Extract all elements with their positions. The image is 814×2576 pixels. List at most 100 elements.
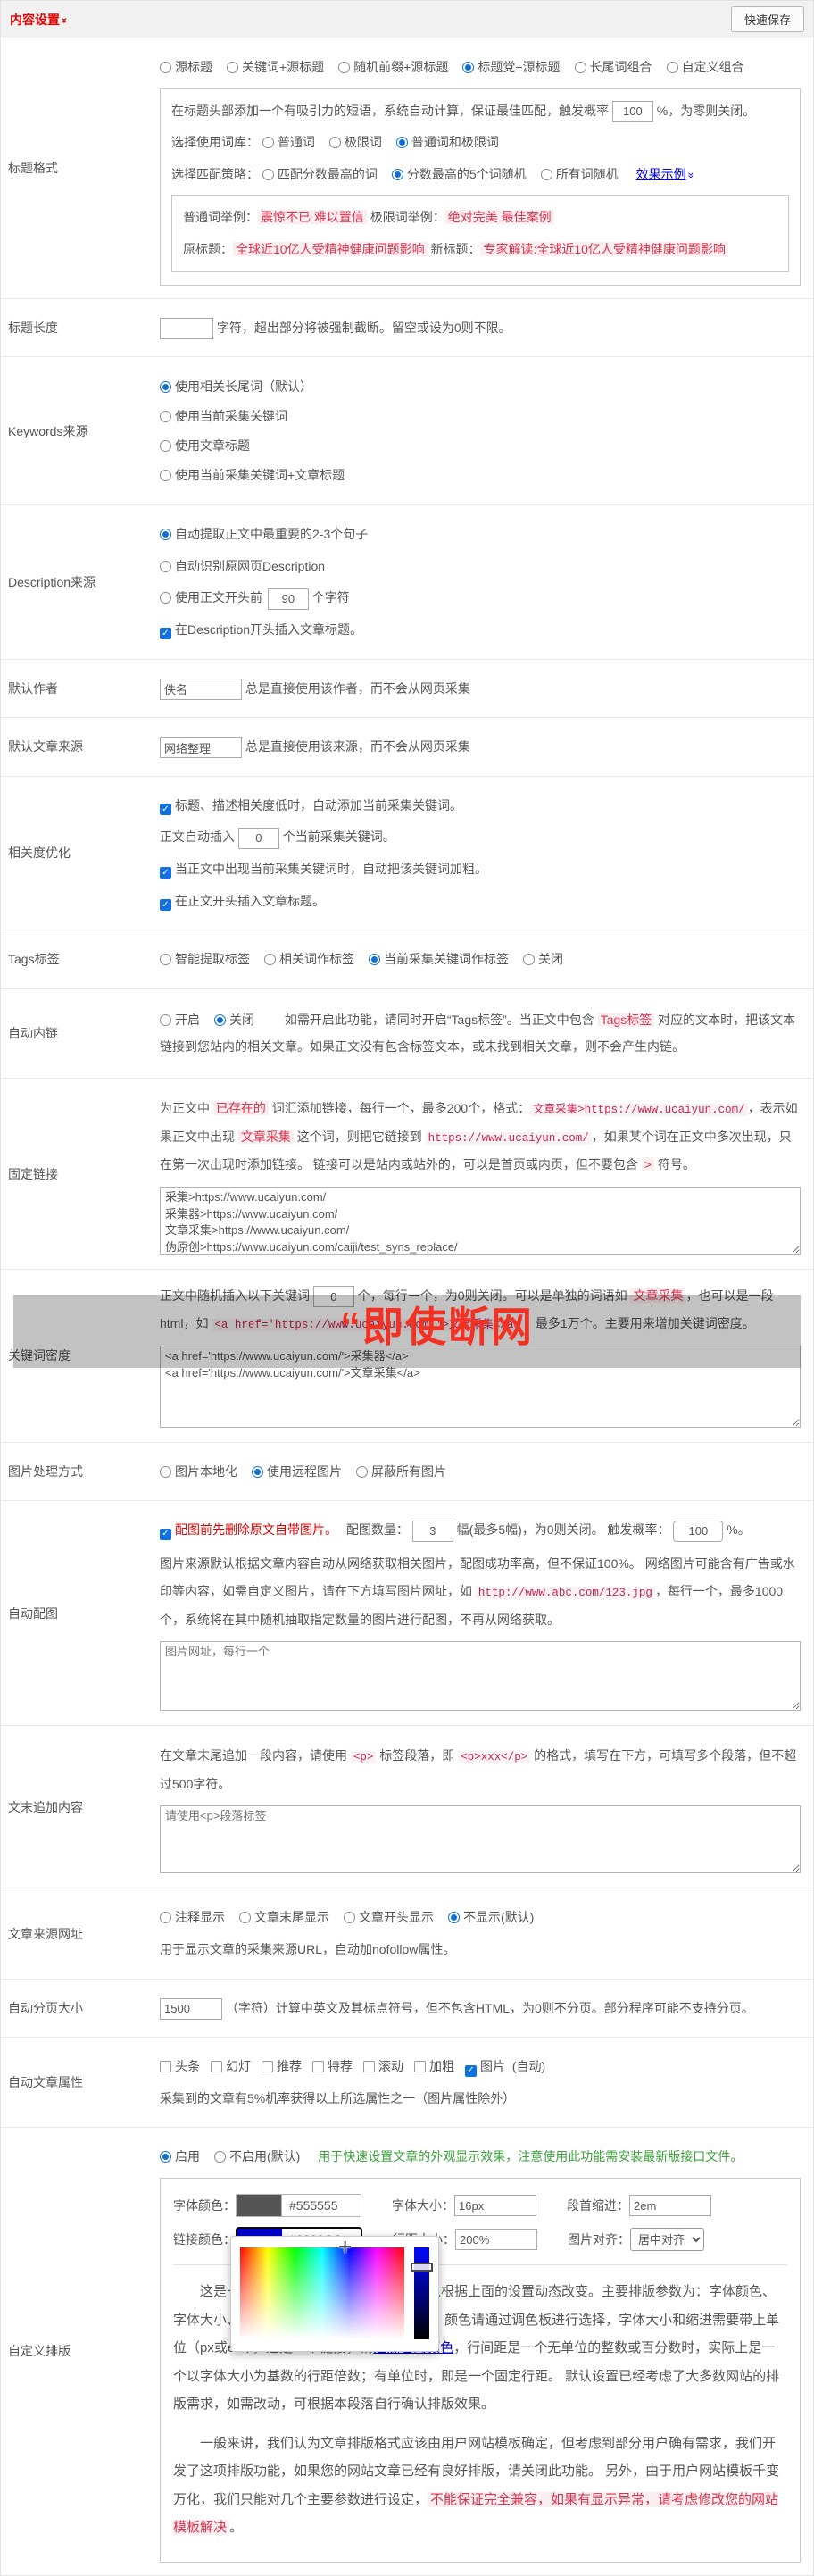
radio-option[interactable]: 不显示(默认) [448, 1910, 534, 1924]
radio-option[interactable]: 关键词+源标题 [227, 60, 324, 74]
auto-image-textarea[interactable] [160, 1641, 801, 1712]
insert-keywords-input[interactable] [237, 827, 279, 849]
row-label: 自定义排版 [8, 2344, 71, 2359]
content-settings-page: 内容设置» 快速保存 标题格式 源标题 关键词+源标题 随机前缀+源标题 标题党+源标… [0, 0, 814, 2576]
radio-option[interactable]: 自动提取正文中最重要的2-3个句子 [160, 527, 368, 541]
description-chars-input[interactable] [267, 588, 309, 610]
radio-option[interactable]: 智能提取标签 [160, 952, 250, 966]
radio-option[interactable]: 使用正文开头前 [160, 590, 262, 604]
radio-option[interactable]: 不启用(默认) [214, 2149, 300, 2163]
page-size-input[interactable] [160, 1997, 222, 2020]
row-label: Tags标签 [8, 952, 60, 967]
quick-save-button[interactable]: 快速保存 [730, 6, 804, 32]
checkbox-option[interactable]: 配图前先删除原文自带图片。 [160, 1522, 337, 1540]
color-picker-saturation-area[interactable] [240, 2247, 404, 2340]
checkbox-option[interactable]: 图片 [465, 2059, 505, 2077]
checkbox-option[interactable]: 特荐 [312, 2059, 353, 2073]
radio-option[interactable]: 匹配分数最高的词 [262, 167, 378, 181]
radio-option[interactable]: 长尾词组合 [574, 60, 652, 74]
source-url-desc: 用于显示文章的采集来源URL，自动加nofollow属性。 [160, 1942, 456, 1957]
color-picker-slider-handle[interactable] [411, 2263, 433, 2272]
append-content-textarea[interactable] [160, 1805, 801, 1874]
radio-option[interactable]: 文章末尾显示 [239, 1910, 329, 1924]
image-count-input[interactable] [411, 1520, 453, 1542]
image-prob-input[interactable] [673, 1520, 724, 1542]
text-segment: 文章采集>https://www.ucaiyun.com/ [530, 1104, 748, 1117]
source-url-radio-group: 注释显示 文章末尾显示 文章开头显示 不显示(默认) [160, 1905, 801, 1930]
density-count-input[interactable] [312, 1286, 354, 1308]
checkbox-option[interactable]: 头条 [160, 2059, 200, 2073]
radio-option[interactable]: 当前采集关键词作标签 [369, 952, 509, 966]
line-height-input[interactable] [455, 2229, 537, 2251]
checkbox-icon [160, 867, 171, 880]
indent-input[interactable] [629, 2195, 711, 2217]
color-picker-value-slider[interactable] [411, 2247, 433, 2340]
radio-option[interactable]: 开启 [160, 1013, 200, 1027]
radio-option[interactable]: 相关词作标签 [264, 952, 354, 966]
checkbox-label: 配图前先删除原文自带图片。 [175, 1522, 337, 1538]
density-count-text: 正文中随机插入以下关键词 [160, 1288, 310, 1303]
radio-label: 使用当前采集关键词+文章标题 [175, 468, 345, 483]
checkbox-icon [465, 2064, 477, 2077]
example-line-1: 普通词举例： 震惊不已 难以置信 极限词举例： 绝对完美 最佳案例 [183, 205, 777, 229]
radio-label: 所有词随机 [555, 166, 619, 181]
text-segment: https://www.ucaiyun.com/ [425, 1131, 592, 1145]
checkbox-option[interactable]: 当正文中出现当前采集关键词时，自动把该关键词加粗。 [160, 862, 487, 880]
checkbox-option[interactable]: 在Description开头插入文章标题。 [160, 622, 362, 640]
checkbox-label: 头条 [175, 2059, 200, 2074]
radio-label: 智能提取标签 [175, 952, 250, 967]
default-source-input[interactable] [160, 737, 242, 759]
checkbox-option[interactable]: 标题、描述相关度低时，自动添加当前采集关键词。 [160, 798, 462, 816]
checkbox-option[interactable]: 滚动 [363, 2059, 403, 2073]
trigger-probability-input[interactable] [611, 100, 653, 122]
radio-option[interactable]: 使用相关长尾词（默认） [160, 378, 801, 396]
radio-option[interactable]: 自动识别原网页Description [160, 559, 325, 573]
color-picker-crosshair-icon[interactable] [338, 2233, 352, 2261]
radio-option[interactable]: 普通词 [262, 135, 315, 149]
radio-option[interactable]: 源标题 [160, 60, 212, 74]
radio-option[interactable]: 使用当前采集关键词+文章标题 [160, 466, 801, 484]
checkbox-option[interactable]: 加粗 [414, 2059, 454, 2073]
font-size-input[interactable] [454, 2195, 536, 2217]
auto-image-desc: 图片来源默认根据文章内容自动从网络获取相关图片，配图成功率高，但不保证100%。… [160, 1550, 801, 1635]
checkbox-option[interactable]: 推荐 [262, 2059, 302, 2073]
radio-label: 文章末尾显示 [254, 1910, 329, 1925]
checkbox-icon [160, 628, 171, 640]
checkbox-icon [363, 2061, 375, 2073]
radio-option[interactable]: 使用文章标题 [160, 437, 801, 454]
radio-label: 相关词作标签 [279, 952, 354, 967]
effect-example-link[interactable]: 效果示例» [636, 167, 698, 181]
default-author-input[interactable] [160, 678, 242, 700]
default-author-desc: 总是直接使用该作者，而不会从网页采集 [245, 680, 470, 696]
image-align-select[interactable]: 居中对齐 [630, 2228, 704, 2252]
radio-option[interactable]: 关闭 [214, 1013, 254, 1027]
radio-option[interactable]: 随机前缀+源标题 [338, 60, 448, 74]
radio-option[interactable]: 图片本地化 [160, 1464, 237, 1479]
text-segment: 绝对完美 最佳案例 [444, 210, 554, 225]
font-color-control[interactable]: #555555 [236, 2194, 361, 2218]
checkbox-option[interactable]: 在正文开头插入文章标题。 [160, 894, 325, 911]
radio-option[interactable]: 注释显示 [160, 1910, 225, 1924]
radio-option[interactable]: 使用当前采集关键词 [160, 407, 801, 425]
title-length-input[interactable] [160, 317, 213, 339]
radio-option[interactable]: 标题党+源标题 [462, 60, 561, 74]
checkbox-option[interactable]: 幻灯 [211, 2059, 251, 2073]
radio-option[interactable]: 所有词随机 [540, 166, 619, 181]
radio-option[interactable]: 屏蔽所有图片 [356, 1464, 446, 1479]
radio-option[interactable]: 使用远程图片 [252, 1464, 342, 1479]
radio-option[interactable]: 关闭 [523, 952, 563, 966]
radio-icon [160, 1013, 171, 1026]
radio-option[interactable]: 普通词和极限词 [395, 135, 499, 149]
row-source-url: 文章来源网址 注释显示 文章末尾显示 文章开头显示 不显示(默认) 用于显示文章的采集… [1, 1888, 813, 1980]
keyword-density-textarea[interactable]: <a href='https://www.ucaiyun.com/'>采集器</… [160, 1345, 801, 1428]
text-segment: 词汇添加链接，每行一个，最多200个，格式： [268, 1101, 531, 1116]
radio-option[interactable]: 分数最高的5个词随机 [391, 167, 527, 181]
radio-option[interactable]: 极限词 [328, 135, 382, 149]
radio-option[interactable]: 自定义组合 [666, 60, 744, 74]
fixed-link-textarea[interactable]: 采集>https://www.ucaiyun.com/ 采集器>https://… [160, 1186, 801, 1255]
radio-option[interactable]: 文章开头显示 [344, 1910, 434, 1924]
radio-label: 开启 [175, 1012, 200, 1027]
title-format-radio-group: 源标题 关键词+源标题 随机前缀+源标题 标题党+源标题 长尾词组合 自定义组合 [160, 55, 801, 79]
page-title[interactable]: 内容设置» [10, 11, 71, 29]
radio-option[interactable]: 启用 [160, 2149, 200, 2163]
